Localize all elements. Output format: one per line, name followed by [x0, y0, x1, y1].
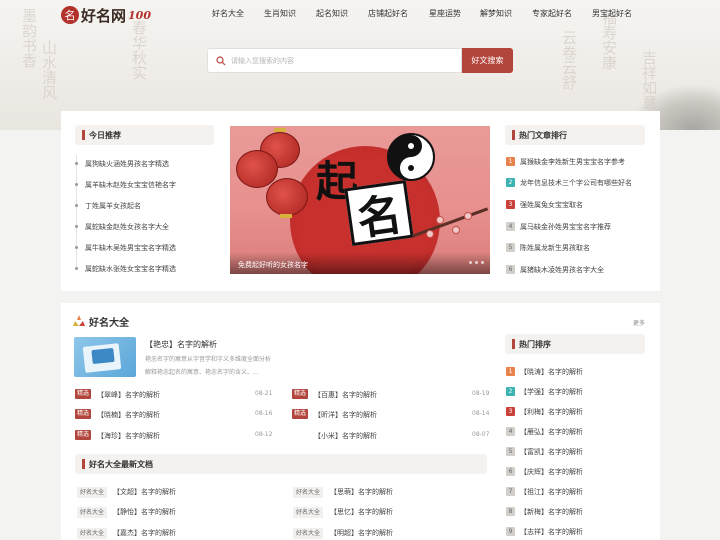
nav-item-horoscope[interactable]: 星座运势: [429, 8, 461, 19]
search-bar: 好文搜索: [207, 48, 513, 73]
site-logo[interactable]: 名 好名网 100: [61, 5, 151, 25]
nav-item-expert[interactable]: 专家起好名: [532, 8, 572, 19]
article-row[interactable]: 精选 【小米】名字的解析 08-07: [292, 430, 489, 440]
hot-rank-header: 热门排序: [505, 334, 645, 354]
nav-item-boy-names[interactable]: 男宝起好名: [592, 8, 632, 19]
doc-link[interactable]: 【文超】名字的解析: [113, 487, 176, 497]
nav-item-zodiac[interactable]: 生肖知识: [264, 8, 296, 19]
yin-yang-icon: [387, 133, 435, 181]
hot-articles-header: 热门文章排行: [505, 125, 645, 145]
nav-item-naming[interactable]: 起名知识: [316, 8, 348, 19]
search-button[interactable]: 好文搜索: [462, 48, 513, 73]
feature-thumbnail[interactable]: [74, 337, 136, 377]
hero-banner[interactable]: 起 名 免费起好听的女孩名字: [230, 126, 490, 274]
featured-badge: 精选: [75, 430, 92, 440]
doc-link[interactable]: 【思萌】名字的解析: [330, 487, 393, 497]
logo-seal-icon: 名: [61, 6, 79, 24]
nav-item-names[interactable]: 好名大全: [212, 8, 244, 19]
article-row[interactable]: 精选 【百惠】名字的解析 08-19: [292, 389, 489, 399]
nav-item-dreams[interactable]: 解梦知识: [480, 8, 512, 19]
today-header: 今日推荐: [75, 125, 214, 145]
category-tag[interactable]: 好名大全: [293, 528, 324, 539]
banner-caption: 免费起好听的女孩名字: [230, 252, 490, 274]
top-navigation-bar: 名 好名网 100 好名大全 生肖知识 起名知识 店铺起好名 星座运势 解梦知识…: [0, 0, 720, 30]
feature-description: 艳忠名字的寓意从字音学和字义多维度全面分析解释艳忠起名的寓意、艳忠名字的含义、.…: [145, 356, 272, 376]
latest-docs-header: 好名大全最新文档: [75, 454, 487, 474]
featured-badge: 精选: [292, 389, 309, 399]
category-tag[interactable]: 好名大全: [77, 487, 108, 498]
hot-articles-title: 热门文章排行: [519, 131, 567, 140]
article-row[interactable]: 精选 【晓楠】名字的解析 08-16: [75, 409, 272, 419]
banner-char-ming: 名: [344, 179, 414, 247]
category-tag[interactable]: 好名大全: [293, 487, 324, 498]
featured-badge: 精选: [292, 409, 309, 419]
featured-badge: 精选: [292, 430, 309, 440]
featured-badge: 精选: [75, 409, 92, 419]
article-row[interactable]: 精选 【翠峰】名字的解析 08-21: [75, 389, 272, 399]
category-tag[interactable]: 好名大全: [293, 507, 324, 518]
feature-title[interactable]: 【艳忠】名字的解析: [145, 339, 217, 350]
doc-link[interactable]: 【嘉杰】名字的解析: [113, 528, 176, 538]
category-tag[interactable]: 好名大全: [77, 507, 108, 518]
nav-item-shop-naming[interactable]: 店铺起好名: [368, 8, 408, 19]
logo-number: 100: [128, 8, 151, 22]
search-input[interactable]: [231, 53, 459, 69]
names-section-title: 好名大全: [89, 318, 129, 329]
article-row[interactable]: 精选 【昕洋】名字的解析 08-14: [292, 409, 489, 419]
today-title: 今日推荐: [89, 131, 121, 140]
more-link[interactable]: 更多: [633, 318, 645, 327]
search-box: [207, 48, 462, 73]
doc-link[interactable]: 【静怡】名字的解析: [113, 507, 176, 517]
hot-rank-title: 热门排序: [519, 340, 551, 349]
latest-docs-title: 好名大全最新文档: [89, 460, 153, 469]
doc-link[interactable]: 【明超】名字的解析: [330, 528, 393, 538]
star-cluster-icon: [73, 315, 85, 326]
doc-link[interactable]: 【思忆】名字的解析: [330, 507, 393, 517]
logo-text: 好名网: [81, 6, 127, 25]
article-row[interactable]: 精选 【海珍】名字的解析 08-12: [75, 430, 272, 440]
lantern-icon: [266, 178, 308, 216]
featured-badge: 精选: [75, 389, 92, 399]
search-icon: [216, 56, 226, 66]
category-tag[interactable]: 好名大全: [77, 528, 108, 539]
carousel-dots[interactable]: [466, 257, 484, 266]
